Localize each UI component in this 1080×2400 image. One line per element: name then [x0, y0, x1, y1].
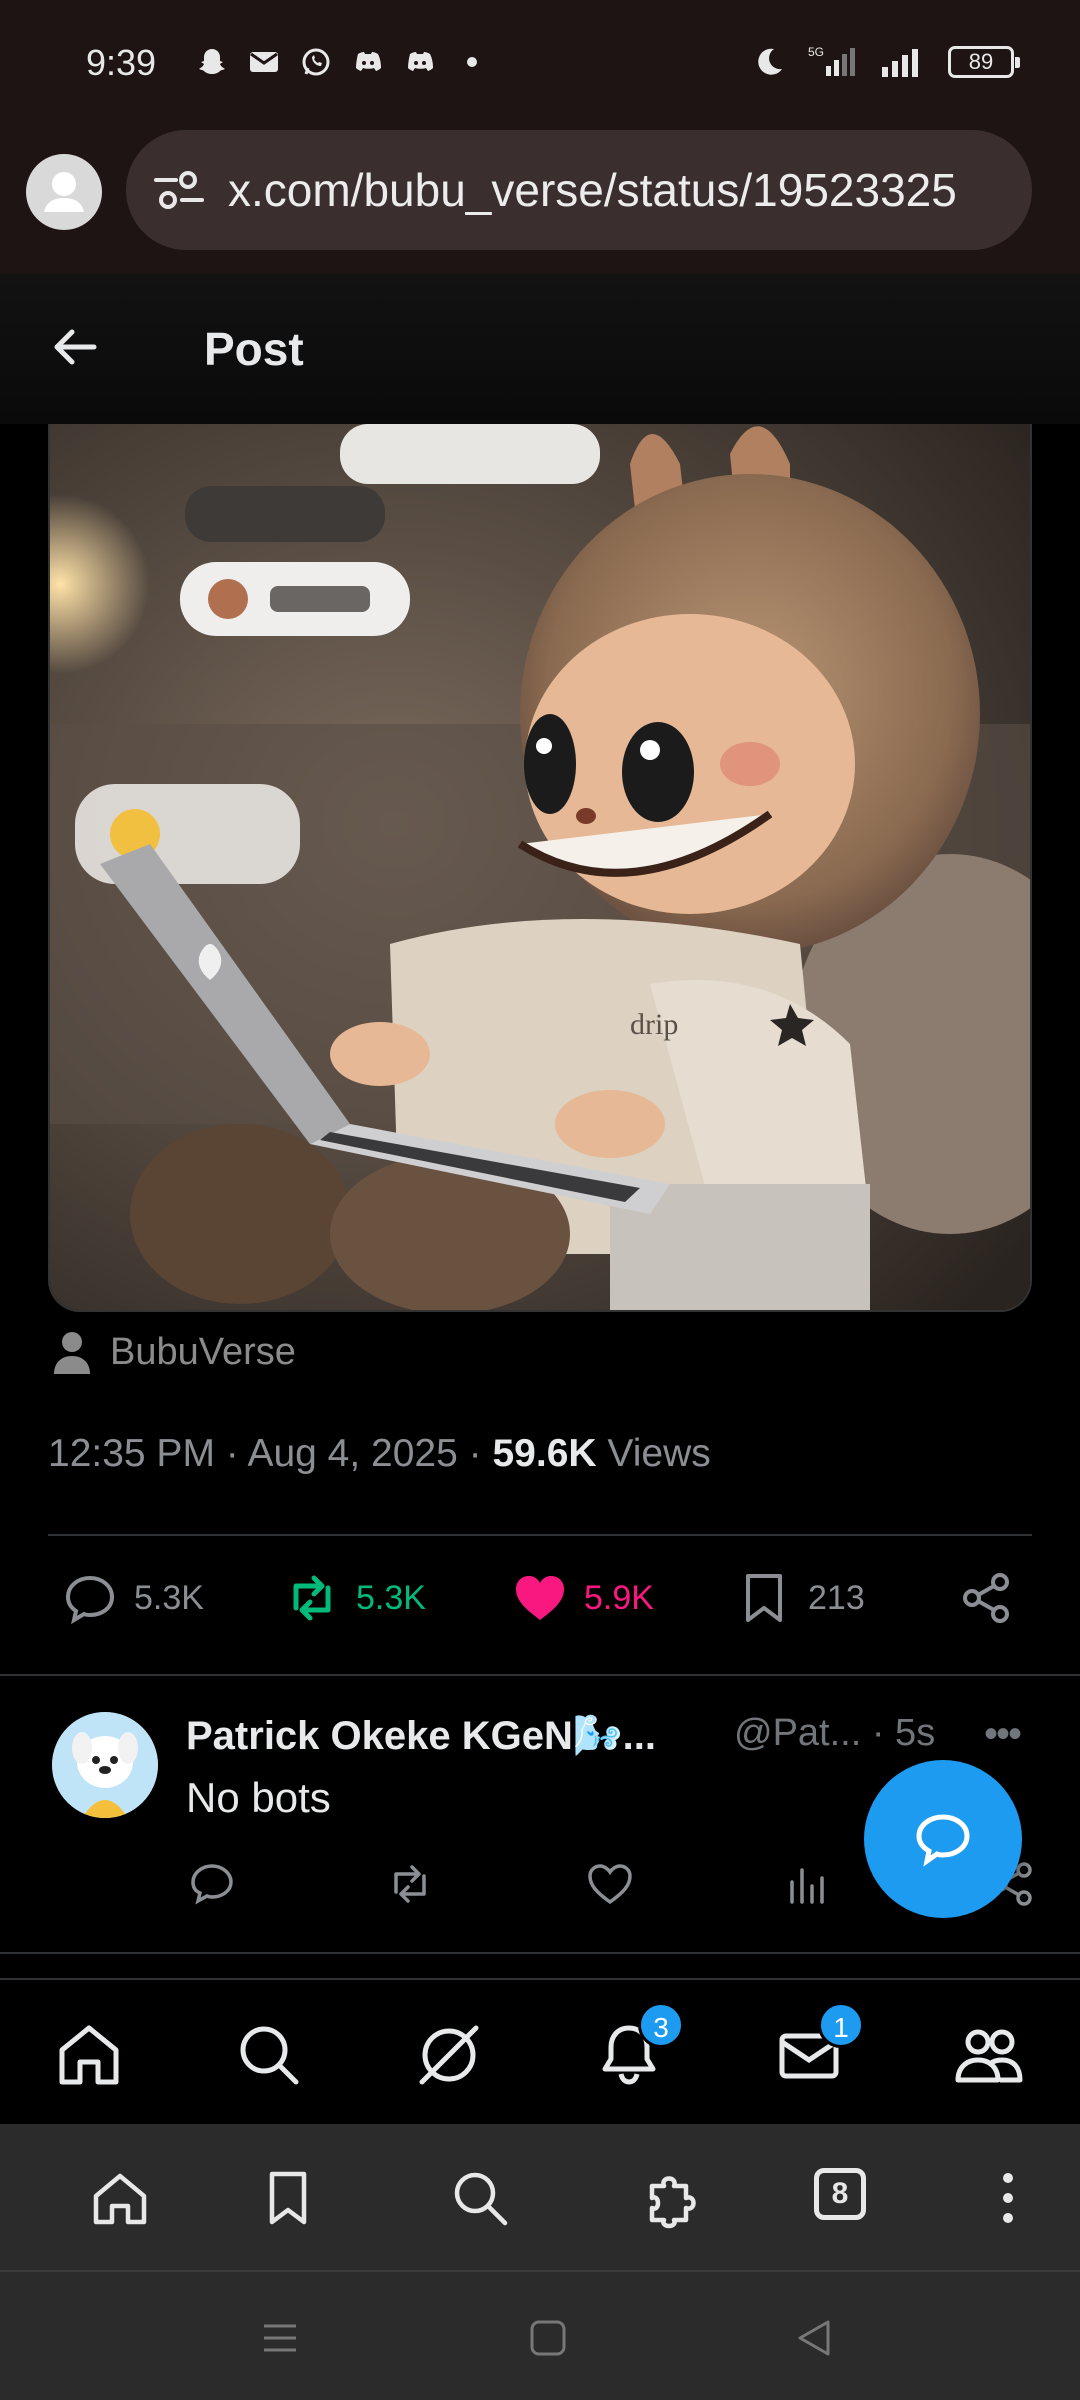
browser-home-icon[interactable]: [88, 2166, 152, 2230]
battery-indicator: 89: [948, 46, 1020, 78]
post-meta: 12:35 PM · Aug 4, 2025 · 59.6K Views: [48, 1432, 711, 1475]
signal-5g-icon: 5G: [808, 45, 855, 76]
reply-handle-time[interactable]: @Pat... · 5s: [734, 1712, 935, 1755]
repost-count: 5.3K: [356, 1578, 426, 1617]
url-text: x.com/bubu_verse/status/19523325: [228, 164, 957, 216]
do-not-disturb-moon-icon: [758, 48, 782, 75]
home-icon[interactable]: [54, 2020, 124, 2090]
reply-text: No bots: [186, 1774, 331, 1821]
status-time: 9:39: [86, 42, 157, 83]
repost-icon: [293, 1575, 331, 1621]
bookmark-icon: [746, 1574, 782, 1622]
site-settings-icon[interactable]: [152, 168, 206, 212]
repost-button[interactable]: 5.3K: [284, 1570, 426, 1626]
network-type-label: 5G: [808, 45, 824, 59]
reply-icon[interactable]: [188, 1860, 236, 1908]
share-icon: [963, 1573, 1009, 1623]
post-views-label: Views: [607, 1432, 711, 1475]
snapchat-icon: [199, 49, 225, 74]
whatsapp-icon: [302, 48, 330, 76]
system-navigation-bar: [0, 2270, 1080, 2400]
post-views-count[interactable]: 59.6K: [492, 1432, 596, 1475]
recent-apps-icon[interactable]: [258, 2316, 302, 2360]
grok-icon[interactable]: [414, 2020, 484, 2090]
repost-icon[interactable]: [386, 1860, 434, 1908]
notifications-nav-item[interactable]: 3: [594, 2002, 684, 2090]
messages-badge: 1: [818, 2002, 864, 2048]
divider: [0, 1674, 1080, 1676]
post-image[interactable]: drip: [48, 424, 1032, 1312]
reply-icon: [65, 1575, 115, 1625]
extensions-puzzle-icon[interactable]: [642, 2166, 706, 2230]
person-icon: [44, 172, 84, 212]
browser-profile-avatar[interactable]: [26, 154, 102, 230]
messages-nav-item[interactable]: 1: [774, 2002, 864, 2090]
reply-author-name[interactable]: Patrick Okeke KGeN🌬️...: [186, 1712, 656, 1759]
divider: [0, 1952, 1080, 1954]
bookmark-button[interactable]: 213: [736, 1570, 865, 1626]
back-triangle-icon[interactable]: [792, 2316, 836, 2360]
status-bar: 9:39 5G 89: [0, 0, 1080, 128]
like-button[interactable]: 5.9K: [512, 1570, 654, 1626]
chat-bubble-icon: [916, 1814, 970, 1867]
page-title: Post: [204, 323, 304, 375]
reply-avatar[interactable]: [52, 1712, 158, 1818]
reply-more-options-button[interactable]: •••: [984, 1712, 1022, 1757]
browser-toolbar: 8: [0, 2124, 1080, 2270]
search-icon[interactable]: [234, 2020, 304, 2090]
person-icon: [54, 1332, 90, 1374]
notification-icons: [196, 46, 488, 78]
labubu-photo: drip: [50, 424, 1030, 1310]
signal-icon: [882, 49, 918, 77]
discord-icon: [356, 52, 381, 71]
browser-bookmark-icon[interactable]: [256, 2166, 320, 2230]
browser-url-bar: x.com/bubu_verse/status/19523325: [0, 128, 1080, 274]
home-button-icon[interactable]: [526, 2316, 570, 2360]
sweater-print: drip: [630, 1008, 678, 1041]
dog-avatar-icon: [52, 1712, 158, 1818]
heart-filled-icon: [516, 1576, 564, 1620]
system-status: 5G 89: [752, 44, 1020, 80]
compose-reply-button[interactable]: [864, 1760, 1022, 1918]
post-author-name: BubuVerse: [110, 1330, 296, 1373]
tab-switcher-button[interactable]: 8: [814, 2168, 866, 2220]
discord-icon: [408, 52, 433, 71]
post-date: Aug 4, 2025: [247, 1432, 458, 1475]
browser-search-icon[interactable]: [448, 2166, 512, 2230]
analytics-icon[interactable]: [784, 1860, 832, 1908]
heart-icon[interactable]: [586, 1860, 634, 1908]
url-field[interactable]: x.com/bubu_verse/status/19523325: [126, 130, 1032, 250]
reply-button[interactable]: 5.3K: [62, 1570, 204, 1626]
like-count: 5.9K: [584, 1578, 654, 1617]
communities-icon[interactable]: [954, 2020, 1024, 2090]
reply-count: 5.3K: [134, 1578, 204, 1617]
divider: [48, 1534, 1032, 1536]
dot-icon: [467, 57, 477, 67]
browser-menu-icon[interactable]: [976, 2166, 1040, 2230]
bookmark-count: 213: [808, 1578, 865, 1617]
notifications-badge: 3: [638, 2002, 684, 2048]
gmail-icon: [250, 52, 278, 72]
post-header: Post: [0, 274, 1080, 424]
post-actions: 5.3K 5.3K 5.9K 213: [0, 1570, 1080, 1640]
back-arrow-icon[interactable]: [44, 316, 106, 378]
post-author-line[interactable]: BubuVerse: [52, 1330, 296, 1374]
bottom-navigation: 3 1: [0, 1978, 1080, 2124]
post-time: 12:35 PM: [48, 1432, 215, 1475]
share-button[interactable]: [958, 1570, 1014, 1626]
